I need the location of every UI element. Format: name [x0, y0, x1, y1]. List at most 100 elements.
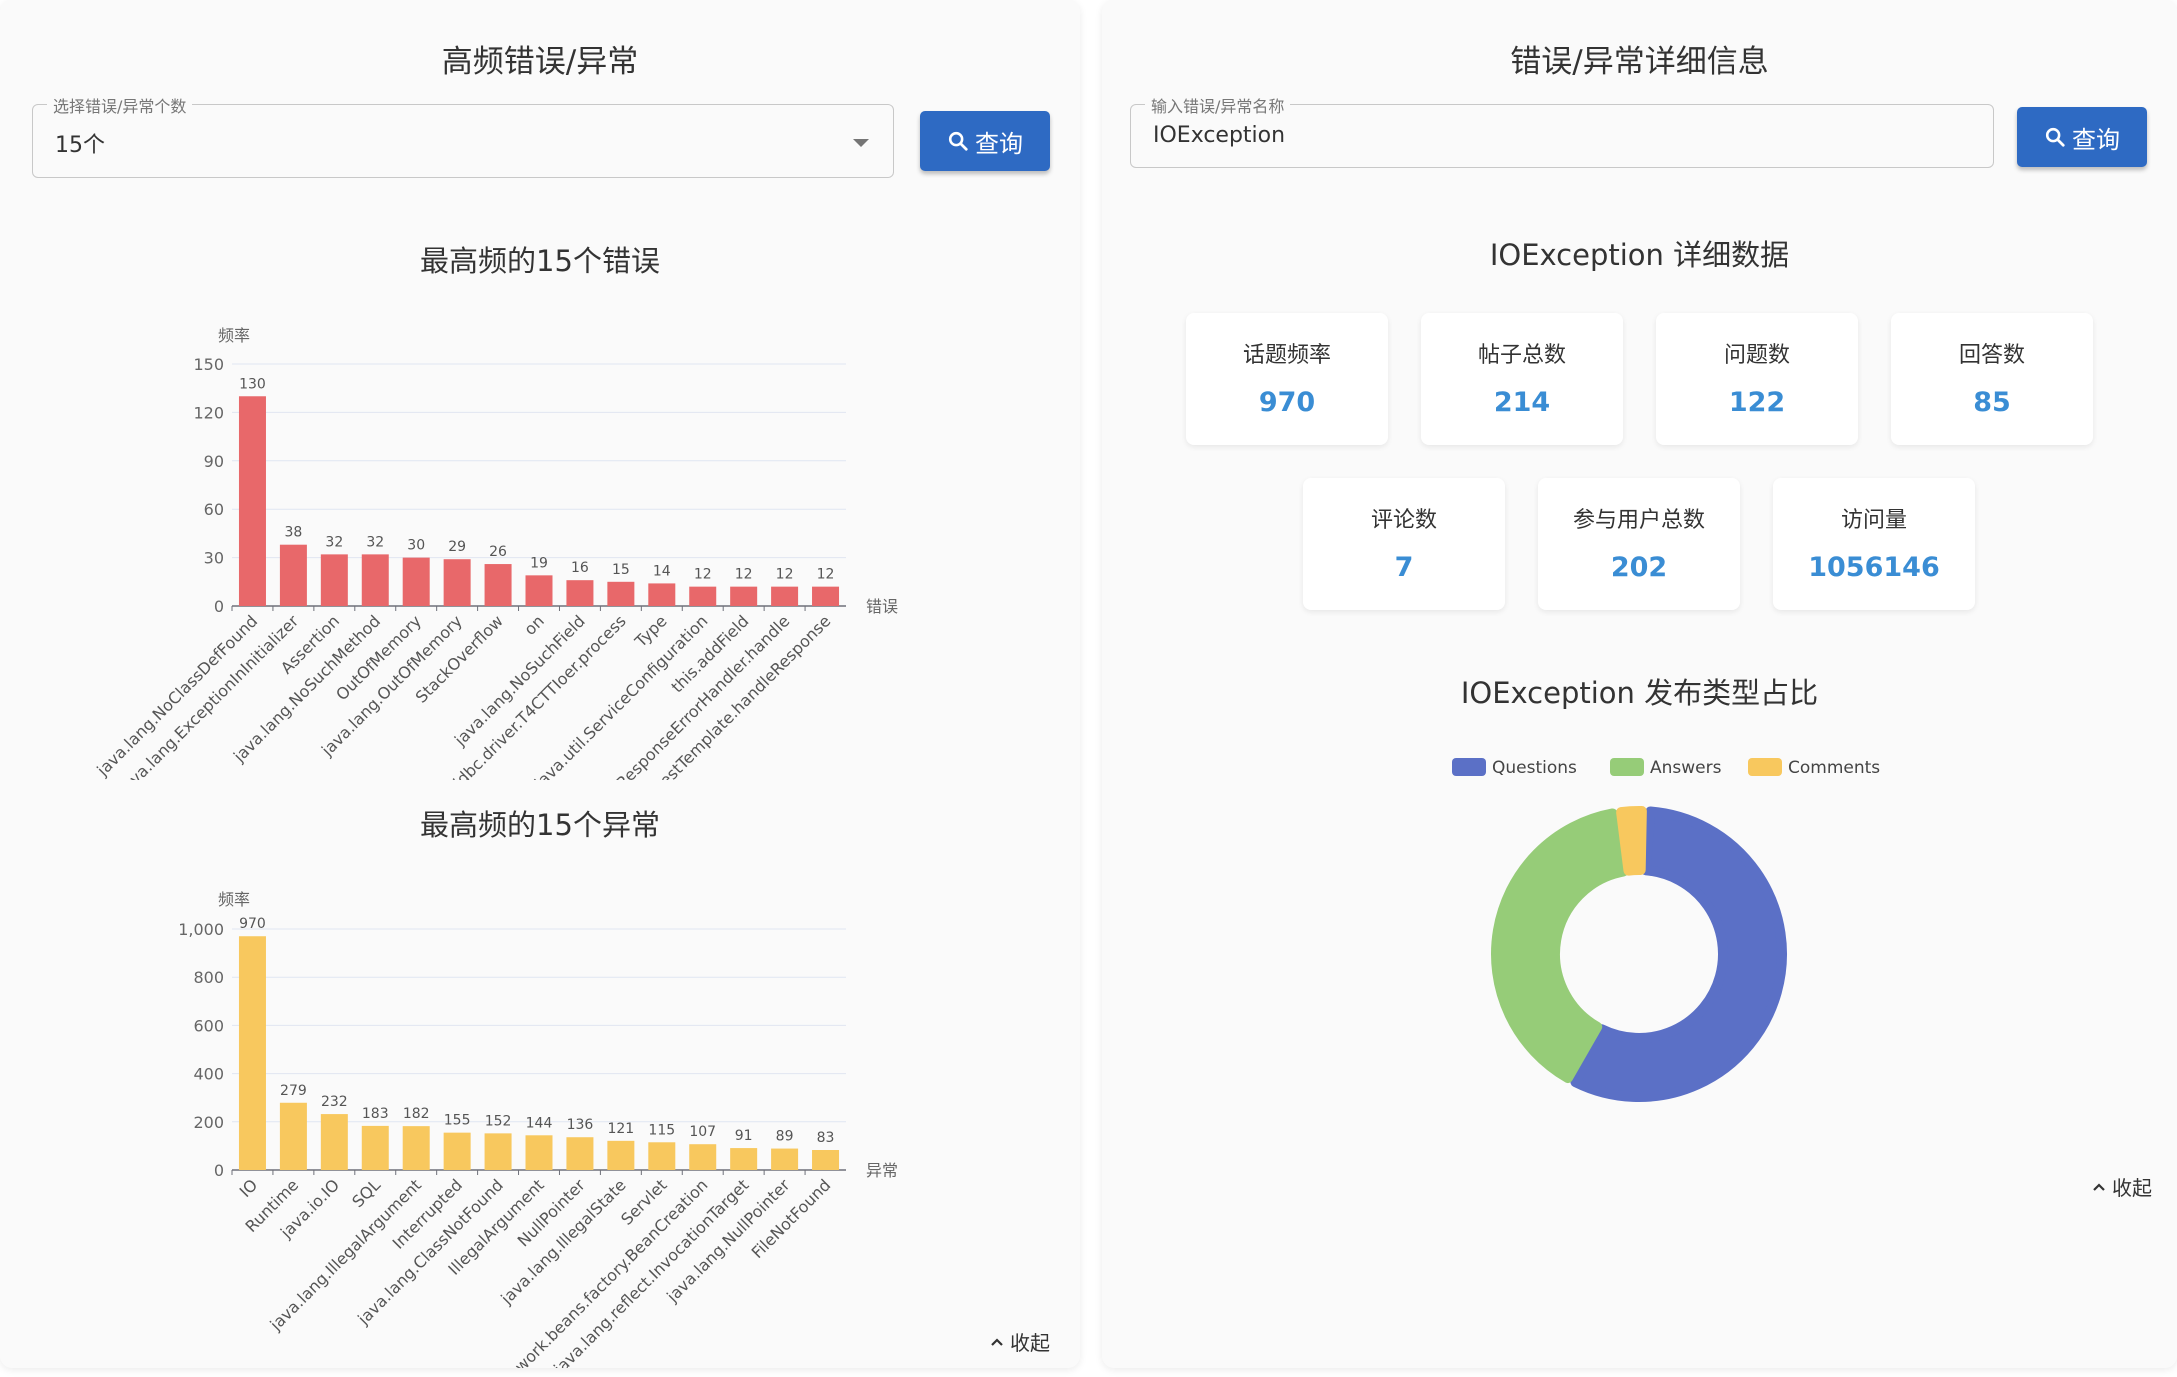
search-icon — [948, 131, 968, 151]
bar — [525, 575, 553, 606]
bar — [812, 586, 840, 606]
stat-value: 7 — [1394, 552, 1414, 583]
exception-detail-panel: 错误/异常详细信息 输入错误/异常名称 IOException 查询 IOExc… — [1102, 0, 2177, 1368]
stat-card: 问题数 122 — [1656, 313, 1858, 445]
bar — [320, 1114, 348, 1170]
stat-label: 帖子总数 — [1477, 343, 1566, 368]
data-label: 970 — [239, 916, 266, 932]
count-select-value: 15个 — [55, 133, 105, 158]
data-label: 12 — [694, 567, 712, 583]
legend-swatch — [1610, 758, 1644, 776]
stat-value: 202 — [1610, 552, 1668, 583]
bar — [607, 581, 635, 606]
data-label: 32 — [325, 534, 343, 550]
bar — [648, 1142, 676, 1170]
bar — [730, 586, 758, 606]
y-tick-label: 120 — [193, 403, 224, 422]
y-tick-label: 60 — [204, 500, 224, 519]
bar — [689, 1144, 717, 1170]
donut-slice — [1616, 806, 1647, 876]
count-select[interactable]: 选择错误/异常个数 15个 — [32, 93, 894, 178]
data-label: 26 — [489, 544, 507, 560]
stat-value: 122 — [1728, 387, 1786, 418]
y-tick-label: 0 — [214, 597, 224, 616]
stat-label: 话题频率 — [1242, 343, 1331, 368]
panel-title: 错误/异常详细信息 — [1510, 44, 1769, 80]
bar — [443, 559, 471, 606]
pie-title: IOException 发布类型占比 — [1460, 676, 1819, 710]
data-label: 16 — [571, 560, 589, 576]
bar — [443, 1132, 471, 1170]
bar — [771, 586, 799, 606]
bar — [320, 554, 348, 606]
legend-label: Questions — [1492, 758, 1577, 778]
x-tick-label: on — [520, 611, 548, 639]
legend-swatch — [1748, 758, 1782, 776]
stat-label: 访问量 — [1840, 508, 1907, 533]
chart-title: 最高频的15个异常 — [420, 808, 660, 842]
stat-card: 帖子总数 214 — [1421, 313, 1623, 445]
legend-label: Comments — [1788, 758, 1880, 778]
bar — [730, 1148, 758, 1170]
y-tick-label: 600 — [193, 1016, 224, 1035]
count-select-label: 选择错误/异常个数 — [47, 93, 193, 117]
stat-card: 回答数 85 — [1891, 313, 2093, 445]
stat-label: 问题数 — [1723, 343, 1790, 368]
chevron-up-icon — [2093, 1182, 2105, 1191]
y-tick-label: 800 — [193, 968, 224, 987]
legend-swatch — [1452, 758, 1486, 776]
data-label: 91 — [735, 1128, 753, 1144]
data-label: 182 — [403, 1106, 430, 1122]
bar — [279, 1102, 307, 1170]
exception-name-input[interactable]: 输入错误/异常名称 IOException — [1130, 93, 1994, 168]
data-label: 32 — [366, 534, 384, 550]
stat-card: 访问量 1056146 — [1773, 478, 1975, 610]
data-label: 12 — [817, 567, 835, 583]
stat-value: 214 — [1493, 387, 1551, 418]
data-label: 155 — [444, 1113, 471, 1129]
y-tick-label: 0 — [214, 1161, 224, 1180]
collapse-button[interactable]: 收起 — [2092, 1172, 2152, 1201]
bar — [607, 1140, 635, 1170]
data-label: 144 — [526, 1115, 553, 1131]
bar — [484, 1133, 512, 1170]
query-button[interactable]: 查询 — [920, 111, 1050, 171]
stat-value: 970 — [1258, 387, 1316, 418]
data-label: 30 — [407, 538, 425, 554]
bar — [484, 564, 512, 606]
chart-title: 最高频的15个错误 — [420, 244, 660, 278]
stat-value: 85 — [1973, 387, 2011, 418]
x-axis-label: 错误 — [866, 597, 898, 616]
collapse-label: 收起 — [1010, 1331, 1050, 1355]
exception-name-value: IOException — [1153, 123, 1286, 148]
data-label: 232 — [321, 1094, 348, 1110]
y-tick-label: 400 — [193, 1065, 224, 1084]
y-tick-label: 1,000 — [178, 920, 224, 939]
data-label: 183 — [362, 1106, 389, 1122]
y-tick-label: 30 — [204, 549, 224, 568]
data-label: 107 — [689, 1124, 716, 1140]
y-tick-label: 90 — [204, 452, 224, 471]
panel-title: 高频错误/异常 — [441, 44, 639, 80]
query-button-label: 查询 — [2072, 125, 2120, 154]
bar — [238, 396, 266, 606]
stat-label: 回答数 — [1958, 343, 2025, 368]
bar — [566, 1137, 594, 1170]
bar — [648, 583, 676, 606]
data-label: 12 — [735, 567, 753, 583]
exception-name-label: 输入错误/异常名称 — [1145, 93, 1291, 117]
stat-card: 话题频率 970 — [1186, 313, 1388, 445]
chevron-down-icon — [853, 139, 869, 147]
collapse-button[interactable]: 收起 — [990, 1327, 1050, 1356]
top-errors-bar-chart: 最高频的15个错误频率错误0306090120150130java.lang.N… — [92, 244, 898, 780]
query-button[interactable]: 查询 — [2017, 107, 2147, 167]
y-tick-label: 150 — [193, 355, 224, 374]
stat-value: 1056146 — [1808, 552, 1940, 583]
data-label: 83 — [817, 1130, 835, 1146]
bar — [771, 1148, 799, 1170]
top-exceptions-bar-chart: 最高频的15个异常频率异常02004006008001,000 970IO279R… — [178, 808, 898, 1368]
bar — [402, 1126, 430, 1170]
data-label: 89 — [776, 1129, 794, 1145]
data-label: 19 — [530, 555, 548, 571]
bar — [238, 936, 266, 1170]
